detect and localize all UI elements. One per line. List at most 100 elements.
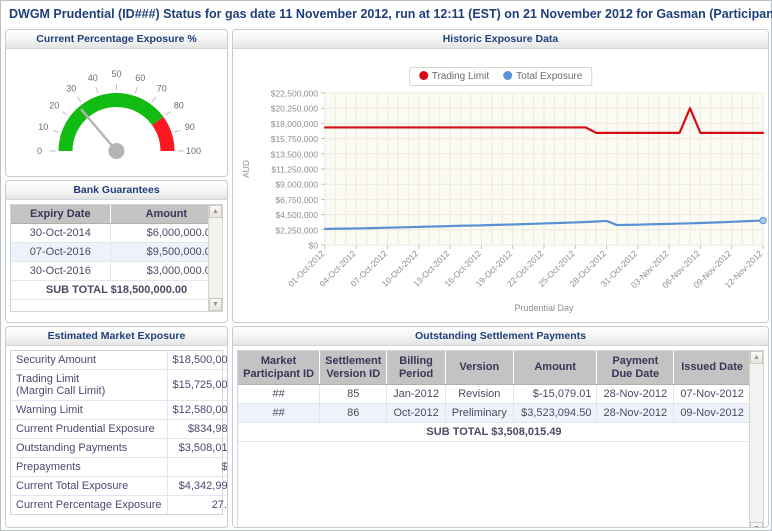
column-header[interactable]: Billing Period — [386, 351, 446, 386]
payment-due-date-cell: 28-Nov-2012 — [596, 384, 675, 405]
chart-y-tick-label: $0 — [309, 241, 319, 251]
estimated-market-exposure-table: Security Amount$18,500,000.00Trading Lim… — [11, 351, 227, 514]
outstanding-payments-scrollbar[interactable]: ▲ ▼ — [749, 351, 763, 527]
column-header[interactable]: Issued Date — [673, 351, 750, 386]
column-header[interactable]: Payment Due Date — [596, 351, 675, 386]
table-row[interactable]: 30-Oct-2014 $6,000,000.00 — [11, 223, 222, 243]
metric-label: Trading Limit (Margin Call Limit) — [11, 369, 168, 401]
table-row[interactable]: ## 85 Jan-2012 Revision $-15,079.01 28-Nov-20… — [238, 384, 750, 405]
metric-label: Current Total Exposure — [11, 476, 168, 496]
amount-cell: $9,500,000.00 — [110, 242, 222, 262]
metric-value: $3,508,015.49 — [167, 438, 227, 458]
version-cell: Revision — [445, 384, 514, 405]
gauge-tick-label: 100 — [185, 146, 200, 156]
scroll-up-icon[interactable]: ▲ — [209, 205, 222, 218]
settlement-version-id-cell: 86 — [319, 403, 388, 424]
gauge-tick-mark — [76, 96, 81, 102]
metric-label: Outstanding Payments — [11, 438, 168, 458]
table-header-row: Expiry Date Amount — [11, 205, 222, 224]
issued-date-cell: 07-Nov-2012 — [673, 384, 750, 405]
current-percentage-exposure-panel: Current Percentage Exposure % 0 10 20 30 40 5… — [5, 29, 228, 177]
bank-guarantees-scrollbar[interactable]: ▲ ▼ — [208, 205, 222, 311]
column-header[interactable]: Amount — [513, 351, 598, 386]
column-header[interactable]: Amount — [110, 205, 222, 224]
gauge-tick-label: 70 — [156, 84, 166, 94]
billing-period-cell: Oct-2012 — [386, 403, 446, 424]
table-row[interactable]: ## 86 Oct-2012 Preliminary $3,523,094.50 28-N… — [238, 403, 750, 424]
chart-y-tick-label: $4,500,000 — [275, 210, 318, 220]
settlement-version-id-cell: 85 — [319, 384, 388, 405]
metric-value: $15,725,000.00 — [167, 369, 227, 401]
chart-y-tick-label: $20,250,000 — [271, 104, 319, 114]
chart-x-axis-label: Prudential Day — [514, 303, 574, 313]
table-row[interactable]: 07-Oct-2016 $9,500,000.00 — [11, 242, 222, 262]
amount-cell: $-15,079.01 — [513, 384, 598, 405]
exposure-gauge: 0 10 20 30 40 50 60 70 80 90 100 — [36, 69, 201, 159]
table-row: Current Prudential Exposure$834,980.13 — [11, 419, 227, 439]
metric-label: Prepayments — [11, 457, 168, 477]
gauge-tick-mark — [61, 111, 67, 116]
table-row[interactable]: 30-Oct-2016 $3,000,000.00 — [11, 261, 222, 281]
table-body: ## 85 Jan-2012 Revision $-15,079.01 28-Nov-20… — [238, 384, 750, 443]
column-header[interactable]: Version — [445, 351, 514, 386]
gauge-wrap: 0 10 20 30 40 50 60 70 80 90 100 — [6, 49, 227, 176]
gauge-tick-mark — [134, 87, 138, 94]
metric-label: Current Prudential Exposure — [11, 419, 168, 439]
table-row: Current Percentage Exposure 27.62% — [11, 495, 227, 514]
table-row: Security Amount$18,500,000.00 — [11, 351, 227, 370]
subtotal-label: SUB TOTAL $18,500,000.00 — [11, 280, 222, 300]
column-header[interactable]: Settlement Version ID — [319, 351, 388, 386]
bank-guarantees-table-box: Expiry Date Amount 30-Oct-2014 $6,000,000.… — [10, 204, 223, 312]
expiry-date-cell: 07-Oct-2016 — [11, 242, 111, 262]
metric-label: Current Percentage Exposure — [11, 495, 168, 514]
table-body: Security Amount$18,500,000.00Trading Lim… — [11, 351, 227, 514]
issued-date-cell: 09-Nov-2012 — [673, 403, 750, 424]
gauge-needle — [79, 108, 118, 153]
legend-item[interactable]: Trading Limit — [418, 71, 490, 82]
table-row: Warning Limit$12,580,000.00 — [11, 400, 227, 420]
billing-period-cell: Jan-2012 — [386, 384, 446, 405]
gauge-panel-heading: Current Percentage Exposure % — [6, 30, 227, 49]
chart-y-tick-label: $11,250,000 — [271, 165, 318, 175]
gauge-tick-label: 30 — [66, 84, 76, 94]
gauge-tick-mark — [94, 87, 98, 94]
gauge-tick-mark — [151, 96, 156, 102]
historic-exposure-chart: $0 $2,250,000 $4,500,000 $6,750,000 $9,000,0… — [241, 89, 767, 313]
chart-y-tick-label: $9,000,000 — [275, 180, 318, 190]
gauge-green-band — [58, 93, 163, 151]
table-body: 30-Oct-2014 $6,000,000.00 07-Oct-2016 $9,50… — [11, 223, 222, 300]
page-title: DWGM Prudential (ID###) Status for gas d… — [1, 1, 772, 27]
bank-guarantees-heading: Bank Guarantees — [6, 181, 227, 200]
subtotal-row: SUB TOTAL $3,508,015.49 — [238, 422, 750, 443]
chart-last-data-point — [759, 216, 767, 225]
amount-cell: $3,523,094.50 — [513, 403, 598, 424]
column-header[interactable]: Market Participant ID — [238, 351, 321, 386]
legend-label: Total Exposure — [516, 71, 583, 82]
chart-legend: Trading Limit Total Exposure — [408, 67, 593, 86]
subtotal-row: SUB TOTAL $18,500,000.00 — [11, 280, 222, 300]
outstanding-settlement-payments-panel: Outstanding Settlement Payments Market Pa… — [232, 326, 769, 528]
chart-y-tick-label: $6,750,000 — [275, 195, 318, 205]
chart-y-tick-label: $22,500,000 — [271, 89, 319, 99]
gauge-tick-mark — [165, 111, 171, 116]
gauge-tick-label: 60 — [135, 73, 145, 83]
market-participant-id-cell: ## — [238, 403, 321, 424]
scroll-up-icon[interactable]: ▲ — [750, 351, 763, 364]
chart-y-tick-label: $13,500,000 — [271, 149, 319, 159]
gauge-tick-label: 40 — [87, 73, 97, 83]
chart-area: Trading Limit Total Exposure $0 $2,250,000… — [233, 49, 768, 322]
legend-label: Trading Limit — [431, 71, 490, 82]
legend-item[interactable]: Total Exposure — [503, 71, 582, 82]
table-row: Outstanding Payments$3,508,015.49 — [11, 438, 227, 458]
expiry-date-cell: 30-Oct-2016 — [11, 261, 111, 281]
gauge-tick-label: 0 — [36, 146, 41, 156]
chart-y-tick-label: $2,250,000 — [275, 225, 318, 235]
gauge-tick-label: 80 — [173, 101, 183, 111]
legend-color-swatch — [503, 71, 513, 80]
chart-y-tick-label: $18,000,000 — [271, 119, 319, 129]
scroll-down-icon[interactable]: ▼ — [209, 298, 222, 311]
metric-value: $834,980.13 — [167, 419, 227, 439]
column-header[interactable]: Expiry Date — [11, 205, 111, 224]
table-row: Trading Limit (Margin Call Limit) $15,725,… — [11, 369, 227, 401]
scroll-down-icon[interactable]: ▼ — [750, 522, 763, 527]
